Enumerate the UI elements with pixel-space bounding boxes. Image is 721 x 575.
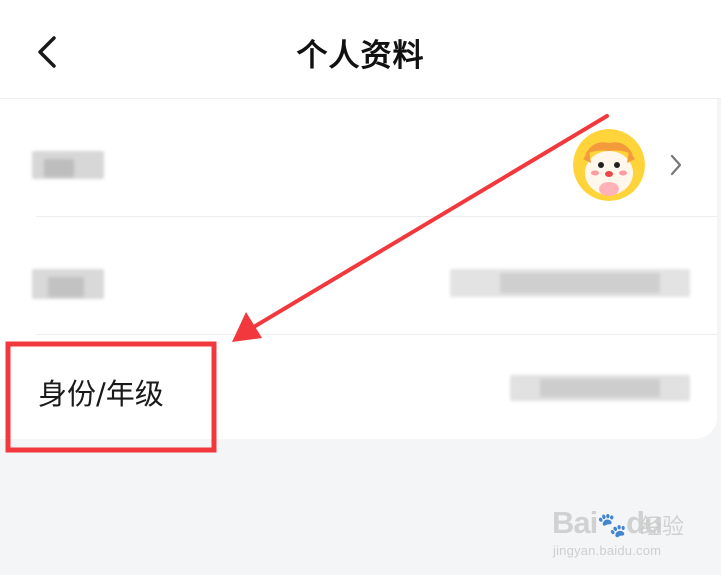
paw-icon: 🐾 bbox=[597, 512, 627, 539]
identity-grade-row[interactable]: 身份/年级 bbox=[0, 335, 717, 453]
chevron-right-icon bbox=[670, 154, 682, 176]
profile-screen: 个人资料 身份/年级 Bai🐾du 经验 jingyan.baidu.com bbox=[0, 0, 721, 575]
watermark-url: jingyan.baidu.com bbox=[553, 543, 662, 558]
nav-header: 个人资料 bbox=[0, 0, 721, 99]
baidu-watermark: Bai🐾du 经验 jingyan.baidu.com bbox=[552, 505, 692, 565]
profile-card: 身份/年级 bbox=[0, 99, 717, 439]
profile-row-2[interactable] bbox=[0, 217, 717, 335]
row-label-blurred bbox=[48, 277, 84, 297]
row-value-blurred bbox=[500, 273, 660, 293]
avatar-row[interactable] bbox=[0, 99, 717, 217]
identity-grade-label: 身份/年级 bbox=[38, 377, 164, 411]
avatar[interactable] bbox=[573, 129, 645, 201]
row-value-blurred bbox=[540, 379, 660, 397]
row-label-blurred bbox=[44, 159, 74, 177]
watermark-cn: 经验 bbox=[640, 515, 685, 540]
page-title: 个人资料 bbox=[296, 38, 425, 74]
